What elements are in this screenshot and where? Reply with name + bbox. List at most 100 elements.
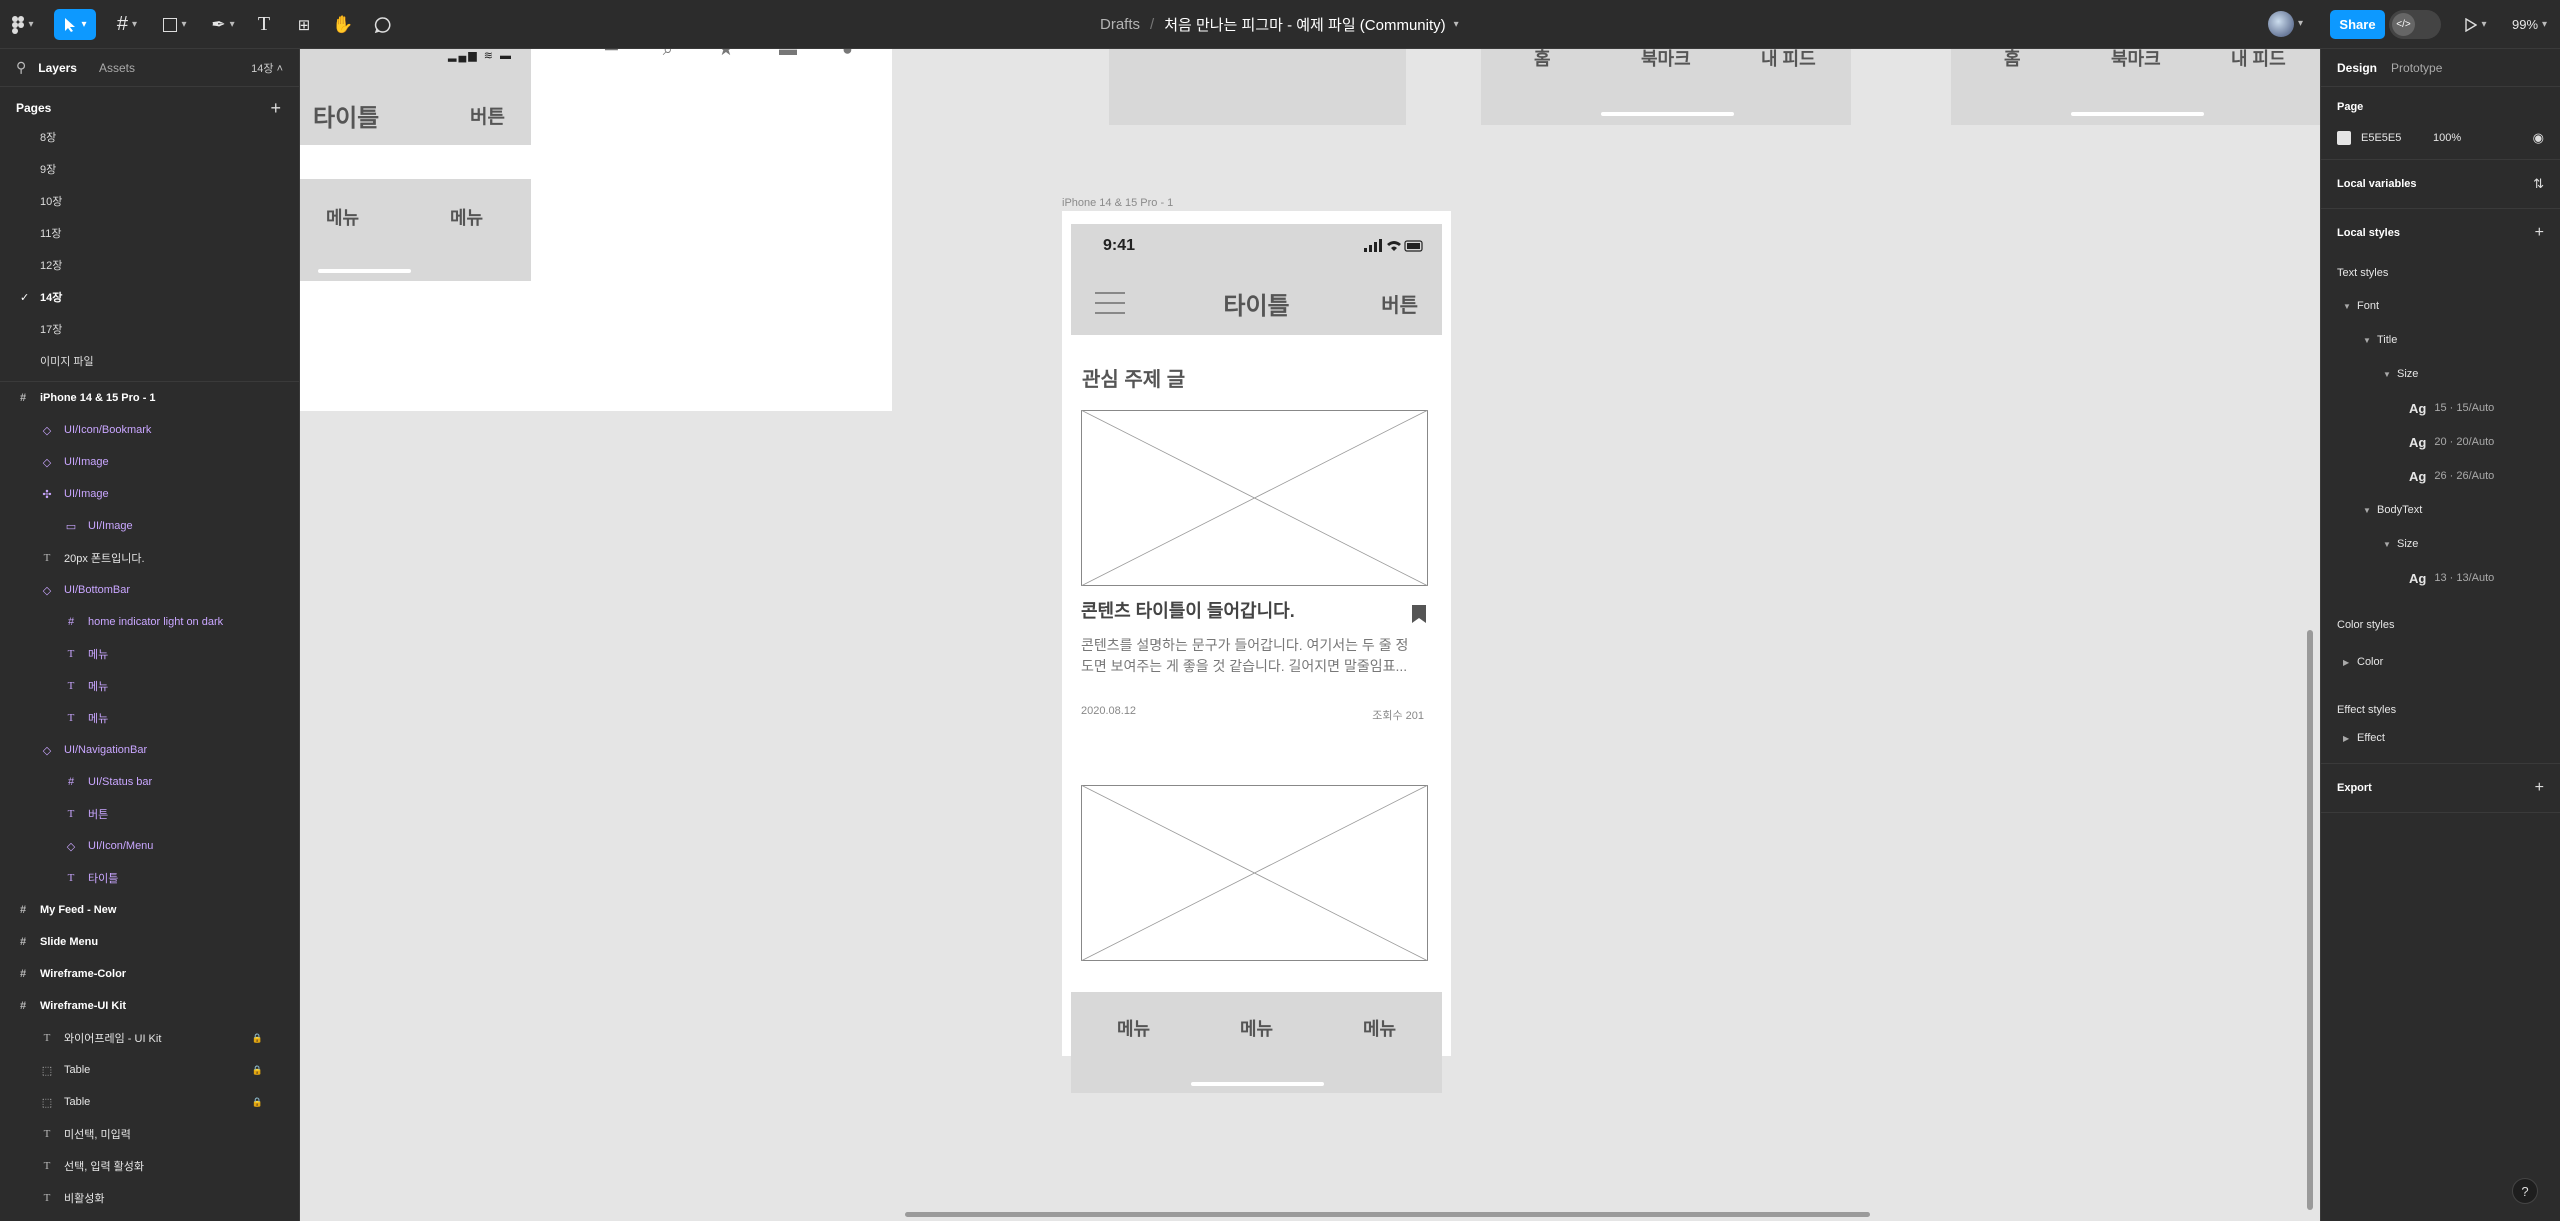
layer-row[interactable]: T 메뉴 (0, 702, 299, 734)
partial-frame-top-2[interactable]: 홈 북마크 내 피드 (1481, 49, 1851, 125)
page-item[interactable]: 10장 (0, 185, 299, 217)
layer-row[interactable]: ⬚ Table 🔒 (0, 1054, 299, 1086)
export-section: Export + (2321, 764, 2560, 813)
layer-label: UI/NavigationBar (64, 744, 148, 756)
page-item[interactable]: 17장 (0, 313, 299, 345)
tab-design[interactable]: Design (2337, 61, 2377, 75)
layer-row[interactable]: # Wireframe-Color (0, 958, 299, 990)
layer-row[interactable]: ✣ UI/Image (0, 478, 299, 510)
layer-row[interactable]: ▭ UI/Image (0, 510, 299, 542)
layer-row[interactable]: # home indicator light on dark (0, 606, 299, 638)
layer-label: UI/Icon/Menu (88, 840, 154, 852)
file-name[interactable]: 처음 만나는 피그마 - 예제 파일 (Community) (1164, 14, 1445, 35)
layer-row[interactable]: ◇ UI/Image (0, 446, 299, 478)
style-group-color[interactable]: ▶ Color (2337, 645, 2544, 679)
layer-row[interactable]: T 메뉴 (0, 670, 299, 702)
tab-bar-bookmark: 북마크 (2111, 49, 2161, 69)
layer-row[interactable]: ◇ UI/Icon/Menu (0, 830, 299, 862)
layer-row[interactable]: # iPhone 14 & 15 Pro - 1 (0, 382, 299, 414)
chevron-down-icon[interactable]: ▾ (2298, 18, 2303, 29)
lock-icon[interactable]: 🔒 (252, 1097, 263, 1108)
layer-row[interactable]: T 타이틀 (0, 862, 299, 894)
text-style-item[interactable]: Ag 26 · 26/Auto (2337, 459, 2544, 493)
layer-label: Wireframe-Color (40, 968, 127, 980)
layer-row[interactable]: T 미선택, 미입력 (0, 1118, 299, 1150)
style-group-bodytext[interactable]: ▼ BodyText (2337, 493, 2544, 527)
comment-tool-button[interactable] (369, 9, 397, 40)
page-item[interactable]: 8장 (0, 121, 299, 153)
layer-row[interactable]: # UI/Status bar (0, 766, 299, 798)
help-button[interactable]: ? (2512, 1178, 2538, 1204)
style-group-effect[interactable]: ▶ Effect (2337, 721, 2544, 755)
variables-settings-icon[interactable]: ⇅ (2533, 176, 2544, 192)
frame-tool-button[interactable]: # ▾ (108, 9, 146, 40)
style-group-font[interactable]: ▼ Font (2337, 289, 2544, 323)
canvas[interactable]: ▂▄▆ ≋ ▬ 타이틀 버튼 ─ ⌕ ★ ▬ ● 메뉴 메뉴 홈 북마크 내 피… (300, 49, 2320, 1221)
user-avatar[interactable] (2268, 11, 2294, 37)
layer-row[interactable]: ◇ UI/Icon/Bookmark (0, 414, 299, 446)
layer-row[interactable]: ◇ UI/NavigationBar (0, 734, 299, 766)
lock-icon[interactable]: 🔒 (252, 1033, 263, 1044)
style-group-size[interactable]: ▼ Size (2337, 357, 2544, 391)
layer-row[interactable]: T 선택, 입력 활성화 (0, 1150, 299, 1182)
text-tool-button[interactable]: T (250, 9, 278, 40)
layer-row[interactable]: # Wireframe-UI Kit (0, 990, 299, 1022)
layer-row[interactable]: T 와이어프레임 - UI Kit 🔒 (0, 1022, 299, 1054)
breadcrumb-drafts-link[interactable]: Drafts (1100, 16, 1140, 33)
phone-frame[interactable]: 9:41 타이틀 버튼 관심 주제 글 콘텐츠 타이틀이 들어갑니다. 콘텐츠를… (1062, 211, 1451, 1093)
layer-row[interactable]: ⬚ Table 🔒 (0, 1086, 299, 1118)
text-style-spec: 15 · 15/Auto (2434, 402, 2495, 414)
current-page-selector[interactable]: 14장 ˄ (251, 60, 283, 76)
page-item[interactable]: ✓ 14장 (0, 281, 299, 313)
chevron-down-icon[interactable]: ▾ (1454, 19, 1459, 30)
tab-layers[interactable]: Layers (38, 61, 77, 75)
tab-assets[interactable]: Assets (99, 61, 135, 75)
partial-frame-top-3[interactable]: 홈 북마크 내 피드 (1951, 49, 2320, 125)
layer-row[interactable]: # My Feed - New (0, 894, 299, 926)
text-icon: T (43, 1192, 51, 1204)
canvas-vertical-scrollbar[interactable] (2307, 630, 2313, 1210)
page-item[interactable]: 12장 (0, 249, 299, 281)
page-color-hex[interactable]: E5E5E5 (2361, 132, 2433, 144)
page-item[interactable]: 11장 (0, 217, 299, 249)
present-button[interactable]: ▾ (2458, 9, 2494, 40)
lock-icon[interactable]: 🔒 (252, 1065, 263, 1076)
share-button[interactable]: Share (2330, 10, 2385, 39)
layer-row[interactable]: # Slide Menu (0, 926, 299, 958)
add-style-icon[interactable]: + (2535, 224, 2544, 242)
add-export-icon[interactable]: + (2535, 779, 2544, 797)
effect-group-label: Effect (2357, 732, 2385, 744)
layer-row[interactable]: T 비활성화 (0, 1182, 299, 1214)
layer-row[interactable]: T 20px 폰트입니다. (0, 542, 299, 574)
text-style-item[interactable]: Ag 13 · 13/Auto (2337, 561, 2544, 595)
style-group-size[interactable]: ▼ Size (2337, 527, 2544, 561)
text-style-item[interactable]: Ag 15 · 15/Auto (2337, 391, 2544, 425)
zoom-menu[interactable]: 99% ▾ (2512, 0, 2547, 49)
page-opacity[interactable]: 100% (2433, 132, 2461, 144)
export-header[interactable]: Export + (2337, 764, 2544, 812)
style-group-title[interactable]: ▼ Title (2337, 323, 2544, 357)
hand-tool-button[interactable]: ✋ (329, 9, 357, 40)
text-style-item[interactable]: Ag 20 · 20/Auto (2337, 425, 2544, 459)
partial-frame-top-1[interactable] (1109, 49, 1406, 125)
shape-tool-button[interactable]: ▾ (156, 9, 194, 40)
local-variables-header[interactable]: Local variables ⇅ (2337, 160, 2544, 208)
add-page-icon[interactable]: + (270, 98, 281, 119)
page-item[interactable]: 9장 (0, 153, 299, 185)
page-color-swatch[interactable] (2337, 131, 2351, 145)
main-menu-button[interactable]: ▾ (8, 9, 38, 40)
tab-prototype[interactable]: Prototype (2391, 61, 2442, 75)
move-tool-button[interactable]: ▾ (54, 9, 96, 40)
layer-row[interactable]: ◇ UI/BottomBar (0, 574, 299, 606)
resources-button[interactable]: ⊞ (290, 9, 318, 40)
partial-frame-left[interactable]: ▂▄▆ ≋ ▬ 타이틀 버튼 ─ ⌕ ★ ▬ ● 메뉴 메뉴 (300, 49, 892, 411)
layer-row[interactable]: T 버튼 (0, 798, 299, 830)
canvas-horizontal-scrollbar[interactable] (905, 1212, 1870, 1217)
layer-row[interactable]: T 메뉴 (0, 638, 299, 670)
dev-mode-toggle[interactable]: </> (2389, 10, 2441, 39)
eye-icon[interactable]: ◉ (2533, 130, 2544, 146)
frame-label[interactable]: iPhone 14 & 15 Pro - 1 (1062, 197, 1173, 209)
page-item[interactable]: 이미지 파일 (0, 345, 299, 377)
pen-tool-button[interactable]: ✒ ▾ (204, 9, 242, 40)
search-icon[interactable]: ⚲ (16, 59, 26, 76)
